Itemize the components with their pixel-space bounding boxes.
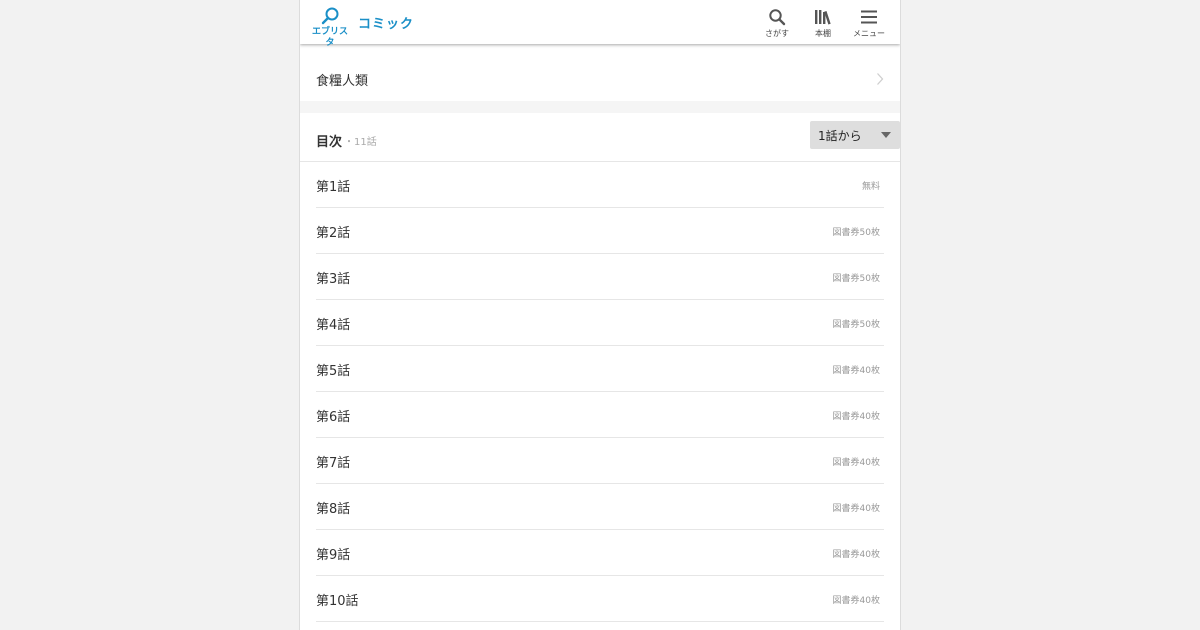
magnifier-logo-icon [321,7,339,25]
work-title: 食糧人類 [316,74,369,89]
chevron-right-icon [877,73,884,85]
section-title[interactable]: コミック [358,13,414,32]
episode-price: 図書券50枚 [832,228,880,238]
bookshelf-label: 本棚 [815,29,831,38]
work-title-row[interactable]: 食糧人類 [300,56,900,101]
search-label: さがす [765,29,789,38]
app-header: エブリスタ コミック さがす 本棚 メニュー [300,0,900,48]
episode-price: 図書券40枚 [832,596,880,606]
toc-label: 目次 [316,135,343,150]
episode-price: 図書券50枚 [832,274,880,284]
menu-button[interactable]: メニュー [849,8,889,40]
hamburger-menu-icon [861,10,877,24]
site-logo[interactable]: エブリスタ [308,6,352,48]
search-button[interactable]: さがす [757,8,797,40]
bookshelf-button[interactable]: 本棚 [803,8,843,40]
episode-title: 第1話 [316,180,351,195]
logo-text: エブリスタ [311,27,348,48]
episode-list: 第1話 無料 第2話 図書券50枚 第3話 図書券50枚 第4話 図書券50枚 … [316,162,884,622]
episode-title: 第9話 [316,548,351,563]
search-icon [769,9,786,26]
episode-item[interactable]: 第3話 図書券50枚 [316,254,884,300]
episode-title: 第8話 [316,502,351,517]
episode-item[interactable]: 第10話 図書券40枚 [316,576,884,622]
episode-price: 図書券40枚 [832,458,880,468]
sort-selected-value: 1話から [818,129,862,143]
episode-item[interactable]: 第4話 図書券50枚 [316,300,884,346]
toc-header: 目次 ・11話 1話から [300,113,900,162]
episode-title: 第2話 [316,226,351,241]
bookshelf-icon [815,10,831,25]
episode-title: 第10話 [316,594,359,609]
episode-title: 第4話 [316,318,351,333]
episode-item[interactable]: 第9話 図書券40枚 [316,530,884,576]
sort-order-select[interactable]: 1話から [810,121,900,149]
episode-price: 無料 [861,182,880,192]
episode-item[interactable]: 第6話 図書券40枚 [316,392,884,438]
spacer [300,44,900,56]
episode-item[interactable]: 第8話 図書券40枚 [316,484,884,530]
menu-label: メニュー [853,29,885,38]
episode-item[interactable]: 第1話 無料 [316,162,884,208]
episode-price: 図書券40枚 [832,412,880,422]
episode-price: 図書券50枚 [832,320,880,330]
episode-count: ・11話 [344,137,377,148]
page-container: エブリスタ コミック さがす 本棚 メニュー 食糧人類 目次 ・11話 1話から… [300,0,900,630]
episode-price: 図書券40枚 [832,550,880,560]
episode-item[interactable]: 第5話 図書券40枚 [316,346,884,392]
episode-price: 図書券40枚 [832,366,880,376]
episode-item[interactable]: 第7話 図書券40枚 [316,438,884,484]
episode-item[interactable]: 第2話 図書券50枚 [316,208,884,254]
caret-down-icon [881,132,891,138]
episode-title: 第6話 [316,410,351,425]
episode-title: 第3話 [316,272,351,287]
section-divider [300,101,900,113]
episode-title: 第7話 [316,456,351,471]
episode-price: 図書券40枚 [832,504,880,514]
episode-title: 第5話 [316,364,351,379]
